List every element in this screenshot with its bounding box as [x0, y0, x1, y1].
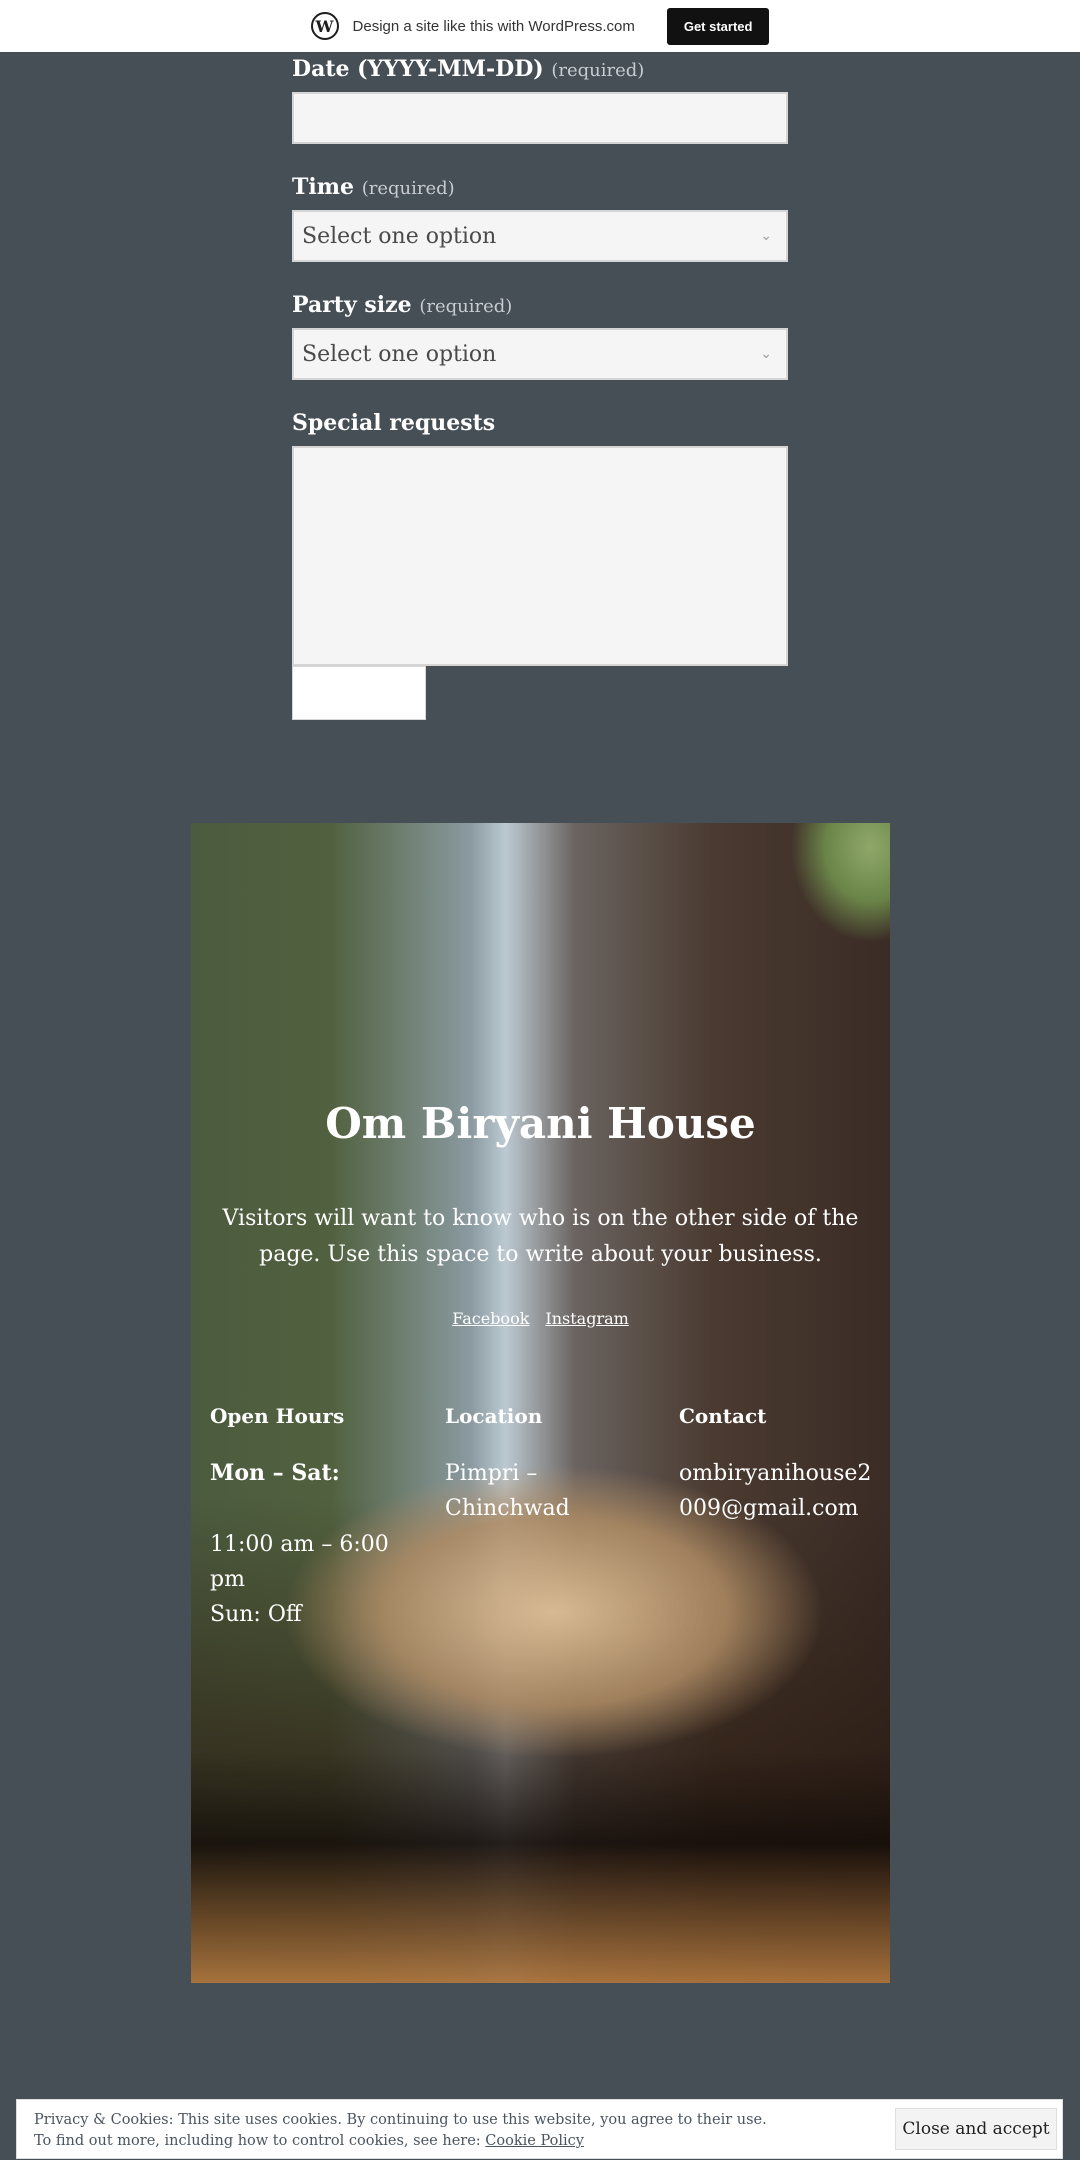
open-hours-sunday: Sun: Off — [210, 1602, 302, 1627]
time-label: Time — [292, 174, 355, 200]
required-marker: (required) — [551, 60, 645, 81]
open-hours-column: Open Hours Mon – Sat: 11:00 am – 6:00 pm… — [210, 1403, 410, 1632]
open-hours-time: 11:00 am – 6:00 pm — [210, 1532, 389, 1592]
hero-description: Visitors will want to know who is on the… — [222, 1206, 859, 1267]
social-links: Facebook Instagram — [191, 1309, 890, 1328]
open-hours-days: Mon – Sat: — [210, 1460, 340, 1486]
contact-title: Contact — [679, 1404, 767, 1428]
contact-email-line1: ombiryanihouse2 — [679, 1461, 872, 1486]
open-hours-title: Open Hours — [210, 1404, 345, 1428]
contact-email-line2: 009@gmail.com — [679, 1496, 859, 1521]
required-marker: (required) — [361, 178, 455, 199]
special-requests-textarea[interactable] — [292, 446, 788, 666]
cookie-text-line1: Privacy & Cookies: This site uses cookie… — [34, 2112, 767, 2128]
cookie-text-line2: To find out more, including how to contr… — [34, 2133, 481, 2149]
time-field-group: Time (required) Select one option ⌄ — [292, 174, 789, 262]
wordpress-logo-icon[interactable]: W — [310, 12, 339, 40]
required-marker: (required) — [419, 296, 513, 317]
get-started-button[interactable]: Get started — [666, 7, 770, 45]
hero-cover: Om Biryani House Visitors will want to k… — [191, 823, 890, 1983]
wordpress-banner: W Design a site like this with WordPress… — [0, 0, 1080, 52]
time-select[interactable]: Select one option ⌄ — [292, 210, 788, 262]
date-field-group: Date (YYYY-MM-DD) (required) — [292, 56, 789, 144]
instagram-link[interactable]: Instagram — [545, 1309, 628, 1328]
plant-leaf-decoration — [790, 823, 890, 943]
submit-button[interactable] — [292, 666, 426, 720]
special-requests-label: Special requests — [292, 410, 496, 436]
cookie-banner: Privacy & Cookies: This site uses cookie… — [16, 2099, 1063, 2159]
close-and-accept-button[interactable]: Close and accept — [895, 2108, 1057, 2150]
contact-email[interactable]: ombiryanihouse2 009@gmail.com — [679, 1456, 879, 1526]
reservation-form: Date (YYYY-MM-DD) (required) Time (requi… — [292, 52, 789, 720]
party-size-select[interactable]: Select one option ⌄ — [292, 328, 788, 380]
party-size-select-value: Select one option — [302, 341, 497, 367]
site-title: Om Biryani House — [325, 1099, 756, 1148]
contact-column: Contact ombiryanihouse2 009@gmail.com — [679, 1403, 879, 1526]
date-input[interactable] — [292, 92, 788, 144]
chevron-down-icon: ⌄ — [760, 228, 772, 244]
time-select-value: Select one option — [302, 223, 497, 249]
cookie-policy-link[interactable]: Cookie Policy — [485, 2133, 584, 2149]
location-value: Pimpri – Chinchwad — [445, 1461, 570, 1521]
chevron-down-icon: ⌄ — [760, 346, 772, 362]
party-size-label: Party size — [292, 292, 412, 318]
party-size-field-group: Party size (required) Select one option … — [292, 292, 789, 380]
location-title: Location — [445, 1404, 543, 1428]
date-label: Date (YYYY-MM-DD) — [292, 56, 544, 82]
facebook-link[interactable]: Facebook — [452, 1309, 529, 1328]
banner-text: Design a site like this with WordPress.c… — [352, 17, 635, 35]
location-column: Location Pimpri – Chinchwad — [445, 1403, 645, 1526]
special-requests-field-group: Special requests — [292, 410, 789, 666]
